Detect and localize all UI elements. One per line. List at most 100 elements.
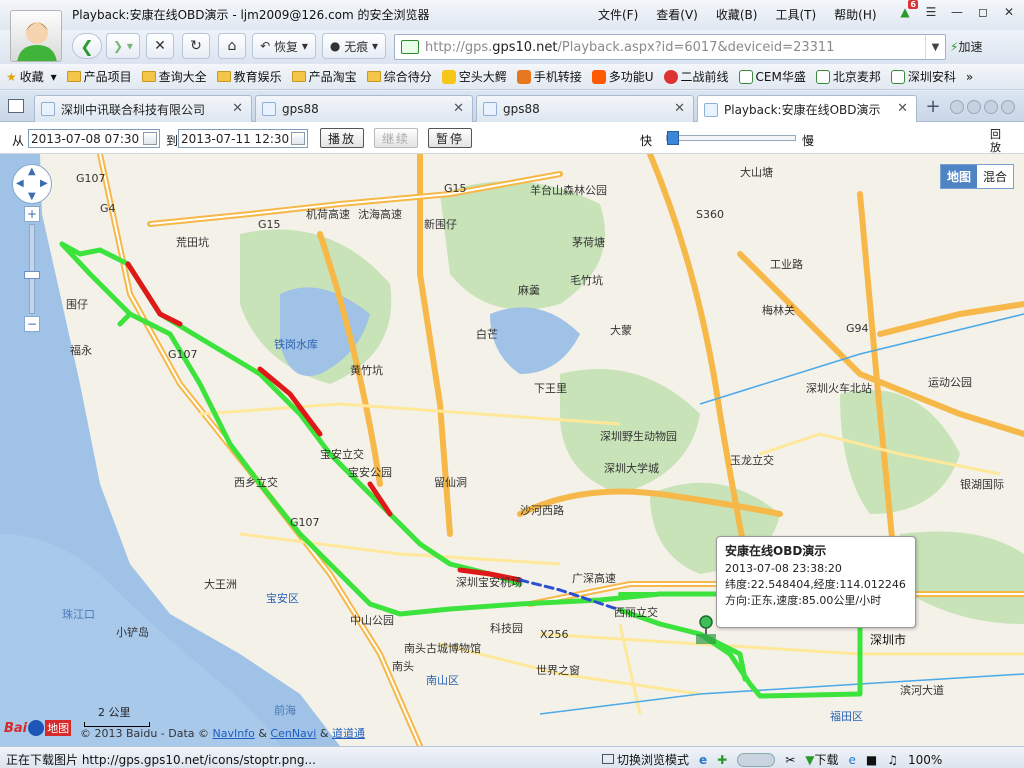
bookmark-item[interactable]: 深圳安科 <box>890 68 956 85</box>
refresh-button[interactable]: ↻ <box>182 33 210 59</box>
bookmarks-overflow-icon[interactable]: » <box>966 70 973 84</box>
bookmark-item[interactable]: 教育娱乐 <box>216 68 282 85</box>
status-tools: 切换浏览模式 e ✚ ✂ ▼下载 e ■ ♫ 100% <box>602 751 942 768</box>
restore-button[interactable]: ↶ 恢复 ▾ <box>252 33 316 59</box>
tab-bar: 深圳中讯联合科技有限公司 ✕ gps88 ✕ gps88 ✕ Playback:安康在… <box>0 91 1024 123</box>
navigation-bar: ❮ ❯ ▾ ✕ ↻ ⌂ ↶ 恢复 ▾ ● 无痕 ▾ http://gps.gps… <box>0 30 1024 64</box>
bookmark-item[interactable]: 北京麦邦 <box>815 68 881 85</box>
menu-favorites[interactable]: 收藏(B) <box>716 6 758 23</box>
ie-icon[interactable]: e <box>849 753 856 767</box>
menu-icon[interactable]: ☰ <box>922 4 940 20</box>
add-icon[interactable]: ✚ <box>717 753 727 767</box>
address-dropdown-icon[interactable]: ▼ <box>925 35 945 59</box>
status-message: 正在下载图片 http://gps.gps10.net/icons/stoptr… <box>6 753 316 767</box>
browse-mode-button[interactable]: 切换浏览模式 <box>602 751 689 768</box>
download-button[interactable]: ▼下载 <box>805 751 838 768</box>
svg-text:留仙洞: 留仙洞 <box>434 476 467 489</box>
zoom-out-button[interactable]: − <box>24 316 40 332</box>
svg-text:福田区: 福田区 <box>830 709 863 723</box>
calendar-icon[interactable] <box>291 132 305 145</box>
new-tab-button[interactable]: + <box>922 96 944 118</box>
info-direction-speed: 方向:正东,速度:85.00公里/小时 <box>725 594 882 607</box>
bookmark-item[interactable]: 空头大鳄 <box>441 68 507 85</box>
tab-playback[interactable]: Playback:安康在线OBD演示 ✕ <box>697 95 917 123</box>
tab-gps88-2[interactable]: gps88 ✕ <box>476 95 694 122</box>
resume-button[interactable]: 继续 <box>374 128 418 148</box>
map-canvas[interactable]: G107 G4 G15 G15 机荷高速 沈海高速 荒田坑 围仔 福永 铁岗水库… <box>0 154 1024 746</box>
menu-tools[interactable]: 工具(T) <box>775 6 816 23</box>
close-window-icon[interactable]: ✕ <box>1000 4 1018 20</box>
info-time: 2013-07-08 23:38:20 <box>725 562 842 575</box>
toggle-icon[interactable] <box>737 752 776 767</box>
close-tab-icon[interactable]: ✕ <box>897 101 908 116</box>
vehicle-marker-icon <box>696 615 716 644</box>
menu-file[interactable]: 文件(F) <box>598 6 638 23</box>
address-bar[interactable]: http://gps.gps10.net/Playback.aspx?id=60… <box>394 34 946 60</box>
pan-left-icon[interactable]: ◀ <box>16 178 24 189</box>
bookmark-item[interactable]: 产品淘宝 <box>291 68 357 85</box>
bookmark-item[interactable]: 产品项目 <box>66 68 132 85</box>
user-avatar[interactable] <box>10 10 62 62</box>
stop-button[interactable]: ✕ <box>146 33 174 59</box>
sidebar-toggle-icon[interactable] <box>8 99 24 113</box>
close-tab-icon[interactable]: ✕ <box>232 101 243 116</box>
download-icon: ▼ <box>805 753 815 767</box>
pan-control[interactable]: ▲ ▼ ◀ ▶ <box>12 164 52 204</box>
tab-gps88-1[interactable]: gps88 ✕ <box>255 95 473 122</box>
tab-zhongxun[interactable]: 深圳中讯联合科技有限公司 ✕ <box>34 95 252 122</box>
zoom-slider-knob[interactable] <box>24 271 40 279</box>
ie-icon <box>738 69 753 84</box>
speed-slider-thumb[interactable] <box>667 131 679 145</box>
tab-scroll-controls[interactable] <box>950 100 1015 114</box>
bookmark-item[interactable]: 二战前线 <box>663 68 729 85</box>
zoom-slider[interactable] <box>24 224 40 314</box>
close-tab-icon[interactable]: ✕ <box>674 101 685 116</box>
ie-mode-icon[interactable]: e <box>699 753 707 767</box>
lock-icon[interactable]: ■ <box>866 753 877 767</box>
folder-icon <box>66 71 81 82</box>
start-date-input[interactable]: 2013-07-08 07:30 <box>28 129 160 148</box>
speedup-button[interactable]: ⚡加速 <box>950 38 982 55</box>
back-button[interactable]: ❮ <box>72 33 102 59</box>
bookmark-item[interactable]: 手机转接 <box>516 68 582 85</box>
svg-text:深圳市: 深圳市 <box>870 632 906 647</box>
upgrade-icon[interactable]: ▲ 6 <box>896 0 918 20</box>
menu-view[interactable]: 查看(V) <box>656 6 698 23</box>
navinfo-link[interactable]: NavInfo <box>213 727 255 740</box>
zoom-level[interactable]: 100% <box>908 753 942 767</box>
cennavi-link[interactable]: CenNavi <box>270 727 316 740</box>
speed-slider[interactable] <box>666 131 796 145</box>
daodaotong-link[interactable]: 道道通 <box>332 727 365 740</box>
sound-icon[interactable]: ♫ <box>887 753 898 767</box>
baidu-logo[interactable]: Bai 地图 <box>4 720 72 736</box>
bookmark-item[interactable]: CEM华盛 <box>738 68 806 85</box>
maximize-icon[interactable]: ◻ <box>974 4 992 20</box>
home-button[interactable]: ⌂ <box>218 33 246 59</box>
bookmark-item[interactable]: 综合待分 <box>366 68 432 85</box>
forward-button[interactable]: ❯ ▾ <box>106 33 140 59</box>
end-date-input[interactable]: 2013-07-11 12:30 <box>178 129 308 148</box>
menu-help[interactable]: 帮助(H) <box>834 6 876 23</box>
bookmark-item[interactable]: 查询大全 <box>141 68 207 85</box>
pause-button[interactable]: 暂停 <box>428 128 472 148</box>
screenshot-icon[interactable]: ✂ <box>785 753 795 767</box>
map-type-hybrid-button[interactable]: 混合 <box>977 165 1013 188</box>
svg-text:滨河大道: 滨河大道 <box>900 683 944 697</box>
svg-text:银湖国际: 银湖国际 <box>960 477 1004 491</box>
pan-down-icon[interactable]: ▼ <box>28 191 36 202</box>
pan-right-icon[interactable]: ▶ <box>40 178 48 189</box>
ie-icon <box>815 69 830 84</box>
bookmark-item[interactable]: 多功能U <box>591 68 654 85</box>
pan-up-icon[interactable]: ▲ <box>28 166 36 177</box>
map-type-map-button[interactable]: 地图 <box>941 165 978 188</box>
svg-text:世界之窗: 世界之窗 <box>536 663 580 677</box>
calendar-icon[interactable] <box>143 132 157 145</box>
svg-text:玉龙立交: 玉龙立交 <box>730 453 774 467</box>
play-button[interactable]: 播放 <box>320 128 364 148</box>
favorites-menu[interactable]: ★ 收藏 ▾ <box>6 68 57 85</box>
svg-text:南头: 南头 <box>392 660 414 673</box>
minimize-icon[interactable]: — <box>948 4 966 20</box>
zoom-in-button[interactable]: + <box>24 206 40 222</box>
notrace-button[interactable]: ● 无痕 ▾ <box>322 33 386 59</box>
close-tab-icon[interactable]: ✕ <box>453 101 464 116</box>
